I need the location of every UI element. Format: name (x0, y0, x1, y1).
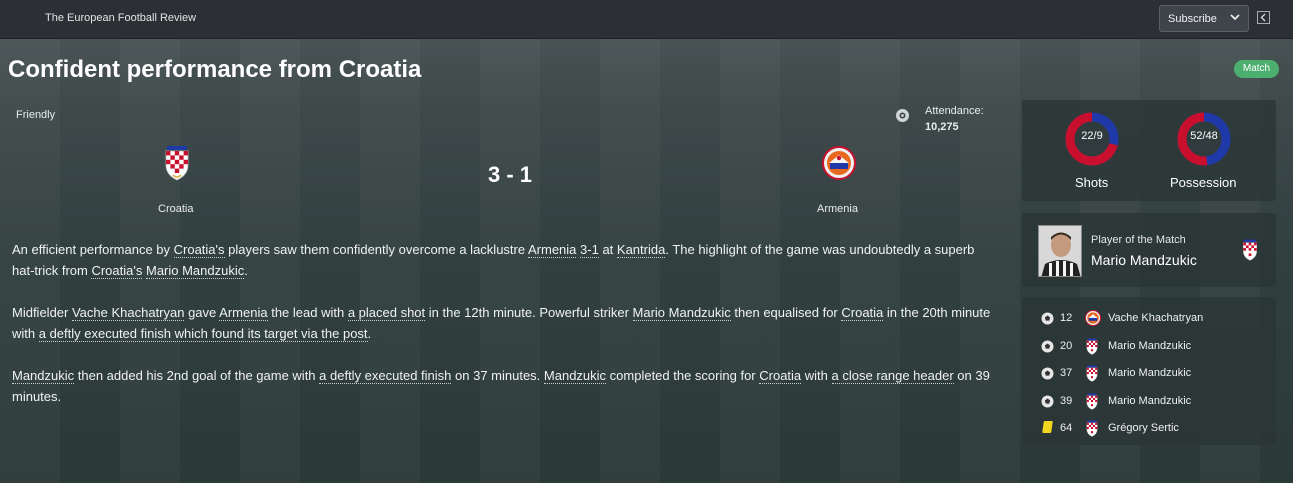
report-link[interactable]: a deftly executed finish which found its… (38, 326, 368, 342)
match-report: An efficient performance by Croatia's pl… (12, 239, 1000, 428)
shots-label: Shots (1075, 175, 1109, 190)
event-row[interactable]: 20 Mario Mandzukic (1022, 337, 1276, 357)
collapse-panel-icon[interactable] (1257, 11, 1270, 24)
chevron-down-icon (1230, 11, 1240, 25)
event-player-name[interactable]: Grégory Sertic (1108, 422, 1179, 434)
report-link[interactable]: Kantrida (616, 242, 666, 258)
competition-label[interactable]: Friendly (16, 109, 55, 121)
event-minute: 64 (1060, 422, 1073, 434)
report-paragraph: An efficient performance by Croatia's pl… (12, 239, 1000, 281)
croatia-crest-icon (1085, 337, 1099, 358)
report-link[interactable]: Armenia (219, 305, 268, 321)
report-text: at (598, 242, 617, 257)
report-text: An efficient performance by (12, 242, 174, 257)
home-team-name[interactable]: Croatia (158, 203, 193, 215)
player-of-the-match-panel[interactable]: Player of the Match Mario Mandzukic (1022, 213, 1276, 287)
attendance-label: Attendance: (925, 105, 984, 117)
event-player-name[interactable]: Mario Mandzukic (1108, 367, 1191, 379)
croatia-crest-icon (1241, 239, 1259, 266)
top-bar: The European Football Review Subscribe (0, 0, 1293, 39)
event-player-name[interactable]: Mario Mandzukic (1108, 340, 1191, 352)
report-text: the lead with (267, 305, 348, 320)
report-link[interactable]: Mandzukic (12, 368, 75, 384)
report-text: gave (184, 305, 220, 320)
report-link[interactable]: a placed shot (347, 305, 426, 321)
report-text: . (244, 263, 248, 278)
stadium-icon (895, 108, 910, 123)
report-link[interactable]: Croatia (759, 368, 802, 384)
armenia-crest-icon[interactable] (822, 146, 856, 185)
croatia-crest-icon (1085, 392, 1099, 413)
report-paragraph: Mandzukic then added his 2nd goal of the… (12, 365, 1000, 407)
croatia-crest-icon (1085, 420, 1099, 440)
potm-player-name[interactable]: Mario Mandzukic (1091, 252, 1197, 268)
stats-panel: 22/9 Shots 52/48 Possession (1022, 100, 1276, 201)
event-row[interactable]: 12 Vache Khachatryan (1022, 309, 1276, 329)
report-link[interactable]: Croatia's (91, 263, 143, 279)
report-link[interactable]: Croatia's (173, 242, 225, 258)
possession-value: 52/48 (1190, 130, 1218, 142)
report-link[interactable]: Mandzukic (543, 368, 607, 384)
report-link[interactable]: Mario Mandzukic (145, 263, 245, 279)
player-photo[interactable] (1038, 225, 1082, 277)
event-row[interactable]: 64 Grégory Sertic (1022, 419, 1276, 439)
event-player-name[interactable]: Vache Khachatryan (1108, 312, 1203, 324)
attendance-value: 10,275 (925, 121, 959, 133)
goal-icon (1041, 312, 1054, 325)
armenia-crest-icon (1085, 310, 1101, 329)
event-player-name[interactable]: Mario Mandzukic (1108, 395, 1191, 407)
report-link[interactable]: Vache Khachatryan (71, 305, 185, 321)
event-minute: 20 (1060, 339, 1073, 352)
goal-icon (1041, 395, 1054, 408)
yellow-card-icon (1042, 421, 1053, 433)
publication-name: The European Football Review (45, 12, 197, 24)
goal-icon (1041, 340, 1054, 353)
shots-value: 22/9 (1081, 130, 1103, 142)
report-text: Midfielder (12, 305, 72, 320)
report-link[interactable]: 3-1 (580, 242, 599, 258)
event-minute: 12 (1060, 312, 1073, 324)
report-text: then added his 2nd goal of the game with (74, 368, 320, 383)
match-score: 3 - 1 (488, 162, 533, 187)
match-badge: Match (1234, 60, 1279, 78)
croatia-crest-icon (1085, 365, 1099, 385)
event-minute: 39 (1060, 394, 1073, 407)
event-minute: 37 (1060, 367, 1073, 379)
report-text: . (367, 326, 372, 341)
match-events-panel: 12 Vache Khachatryan 20 Mario Mandzukic 37 Ma… (1022, 297, 1276, 445)
subscribe-button[interactable]: Subscribe (1159, 5, 1249, 32)
away-team-name[interactable]: Armenia (817, 203, 858, 215)
article-headline: Confident performance from Croatia (8, 56, 422, 83)
report-text: completed the scoring for (606, 368, 760, 383)
report-link[interactable]: a deftly executed finish (319, 368, 452, 384)
possession-label: Possession (1170, 175, 1237, 190)
report-link[interactable]: a close range header (831, 368, 954, 384)
report-text: in the 12th minute. Powerful striker (425, 305, 633, 320)
subscribe-label: Subscribe (1168, 12, 1217, 25)
potm-title: Player of the Match (1091, 234, 1186, 246)
report-link[interactable]: Mario Mandzukic (632, 305, 731, 321)
croatia-crest-icon[interactable] (163, 145, 191, 186)
report-text: on 37 minutes. (451, 368, 544, 383)
report-link[interactable]: Croatia (841, 305, 884, 321)
report-text: players saw them confidently overcome a … (224, 242, 528, 257)
report-text: then equalised for (730, 305, 842, 320)
report-link[interactable]: Armenia (527, 242, 577, 258)
event-row[interactable]: 37 Mario Mandzukic (1022, 364, 1276, 384)
event-row[interactable]: 39 Mario Mandzukic (1022, 392, 1276, 412)
goal-icon (1041, 367, 1054, 380)
report-paragraph: Midfielder Vache Khachatryan gave Armeni… (12, 302, 1000, 344)
report-text: with (801, 368, 832, 383)
